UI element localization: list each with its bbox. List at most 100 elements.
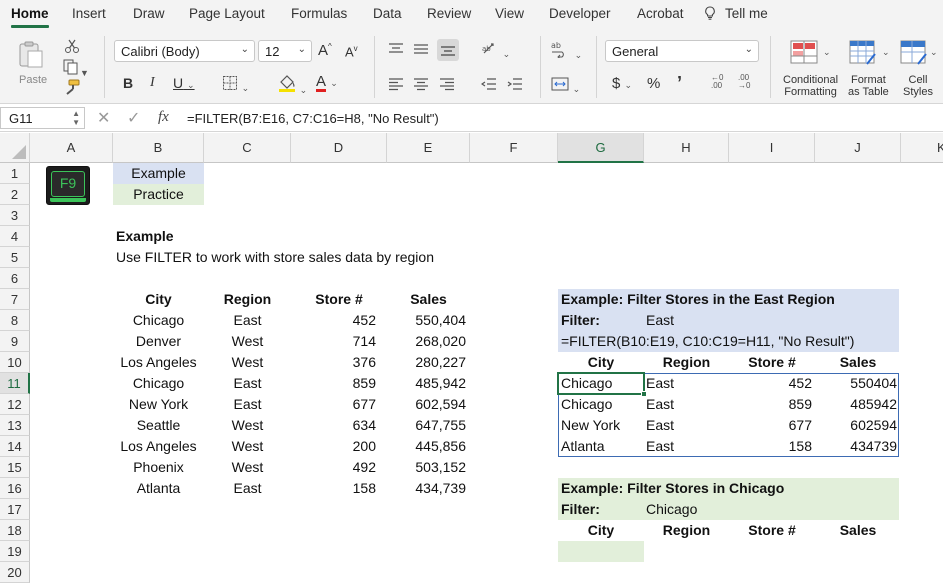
data-header-city[interactable]: City [113,289,204,310]
column-header-b[interactable]: B [113,133,204,163]
result-region[interactable]: East [646,436,674,457]
example1-filter-label[interactable]: Filter: [561,310,600,331]
row-header-20[interactable]: 20 [0,562,30,583]
bold-button[interactable]: B [123,76,133,90]
example2-title[interactable]: Example: Filter Stores in Chicago [561,478,784,499]
data-store[interactable]: 452 [291,310,376,331]
confirm-entry-icon[interactable]: ✓ [127,111,140,127]
row-header-10[interactable]: 10 [0,352,30,373]
data-city[interactable]: Chicago [113,373,204,394]
row-header-4[interactable]: 4 [0,226,30,247]
example2-header-city[interactable]: City [558,520,644,541]
example2-header-region[interactable]: Region [644,520,729,541]
row-header-14[interactable]: 14 [0,436,30,457]
row-header-8[interactable]: 8 [0,310,30,331]
format-as-table-label[interactable]: Format as Table [848,74,889,98]
insert-function-icon[interactable]: fx [158,110,169,125]
row-header-15[interactable]: 15 [0,457,30,478]
data-region[interactable]: West [204,331,291,352]
example1-filter-value[interactable]: East [646,310,674,331]
format-painter-icon[interactable] [63,79,81,97]
row-header-1[interactable]: 1 [0,163,30,184]
cell-styles-label[interactable]: Cell Styles [903,74,933,98]
result-sales[interactable]: 485942 [815,394,897,415]
formula-input[interactable]: =FILTER(B7:E16, C7:C16=H8, "No Result") [187,111,439,126]
decrease-decimal-icon[interactable]: .00 →0 [738,74,750,90]
select-all-corner[interactable] [0,133,30,163]
tab-page-layout[interactable]: Page Layout [189,6,265,21]
data-region[interactable]: West [204,457,291,478]
example1-header-sales[interactable]: Sales [815,352,901,373]
data-city[interactable]: Phoenix [113,457,204,478]
align-right-icon[interactable] [439,77,455,93]
column-header-g[interactable]: G [558,133,644,163]
font-size-select[interactable]: 12 ⌄ [258,40,312,62]
tab-acrobat[interactable]: Acrobat [637,6,684,21]
comma-style-button[interactable]: ’ [677,74,682,92]
result-store[interactable]: 452 [729,373,812,394]
result-sales[interactable]: 434739 [815,436,897,457]
result-region[interactable]: East [646,373,674,394]
row-header-17[interactable]: 17 [0,499,30,520]
row-header-13[interactable]: 13 [0,415,30,436]
row-header-3[interactable]: 3 [0,205,30,226]
example1-title[interactable]: Example: Filter Stores in the East Regio… [561,289,835,310]
cancel-entry-icon[interactable]: ✕ [97,111,110,127]
data-region[interactable]: West [204,352,291,373]
data-region[interactable]: East [204,373,291,394]
data-header-store[interactable]: Store # [291,289,387,310]
row-header-16[interactable]: 16 [0,478,30,499]
align-middle-icon[interactable] [413,42,429,58]
data-sales[interactable]: 602,594 [387,394,466,415]
result-city[interactable]: Atlanta [561,436,605,457]
cell-b2[interactable]: Practice [113,184,204,205]
font-color-icon[interactable]: A ⌄ [316,74,338,92]
column-header-a[interactable]: A [30,133,113,163]
italic-button[interactable]: I [150,76,155,90]
column-header-d[interactable]: D [291,133,387,163]
column-header-e[interactable]: E [387,133,470,163]
grow-font-button[interactable]: A^ [318,43,332,59]
example2-header-sales[interactable]: Sales [815,520,901,541]
data-store[interactable]: 634 [291,415,376,436]
increase-decimal-icon[interactable]: ←0.00 [711,74,723,90]
data-sales[interactable]: 647,755 [387,415,466,436]
row-header-2[interactable]: 2 [0,184,30,205]
font-name-select[interactable]: Calibri (Body) ⌄ [114,40,255,62]
data-sales[interactable]: 434,739 [387,478,466,499]
data-store[interactable]: 158 [291,478,376,499]
example1-header-store[interactable]: Store # [729,352,815,373]
tab-home[interactable]: Home [11,6,49,21]
paste-icon[interactable] [16,40,44,68]
data-store[interactable]: 859 [291,373,376,394]
column-header-i[interactable]: I [729,133,815,163]
tab-tell-me[interactable]: Tell me [725,6,768,21]
format-as-table-icon[interactable] [849,40,877,66]
data-sales[interactable]: 485,942 [387,373,466,394]
example1-header-region[interactable]: Region [644,352,729,373]
result-city[interactable]: Chicago [561,394,612,415]
data-city[interactable]: New York [113,394,204,415]
result-sales[interactable]: 550404 [815,373,897,394]
merge-center-icon[interactable]: ⌄ [551,76,580,94]
data-sales[interactable]: 280,227 [387,352,466,373]
data-city[interactable]: Seattle [113,415,204,436]
data-city[interactable]: Denver [113,331,204,352]
name-box[interactable]: G11 ▲ ▼ [0,107,85,129]
currency-button[interactable]: $ ⌄ [612,76,632,91]
result-store[interactable]: 859 [729,394,812,415]
row-header-18[interactable]: 18 [0,520,30,541]
data-header-sales[interactable]: Sales [387,289,470,310]
align-bottom-icon[interactable] [437,39,459,61]
data-city[interactable]: Atlanta [113,478,204,499]
decrease-indent-icon[interactable] [480,77,497,93]
row-header-9[interactable]: 9 [0,331,30,352]
tell-me-icon[interactable] [704,6,716,22]
align-center-icon[interactable] [413,77,429,93]
data-store[interactable]: 492 [291,457,376,478]
row-header-12[interactable]: 12 [0,394,30,415]
row-header-11[interactable]: 11 [0,373,30,394]
practice-answer-cell[interactable] [558,541,644,562]
data-region[interactable]: East [204,478,291,499]
data-city[interactable]: Chicago [113,310,204,331]
